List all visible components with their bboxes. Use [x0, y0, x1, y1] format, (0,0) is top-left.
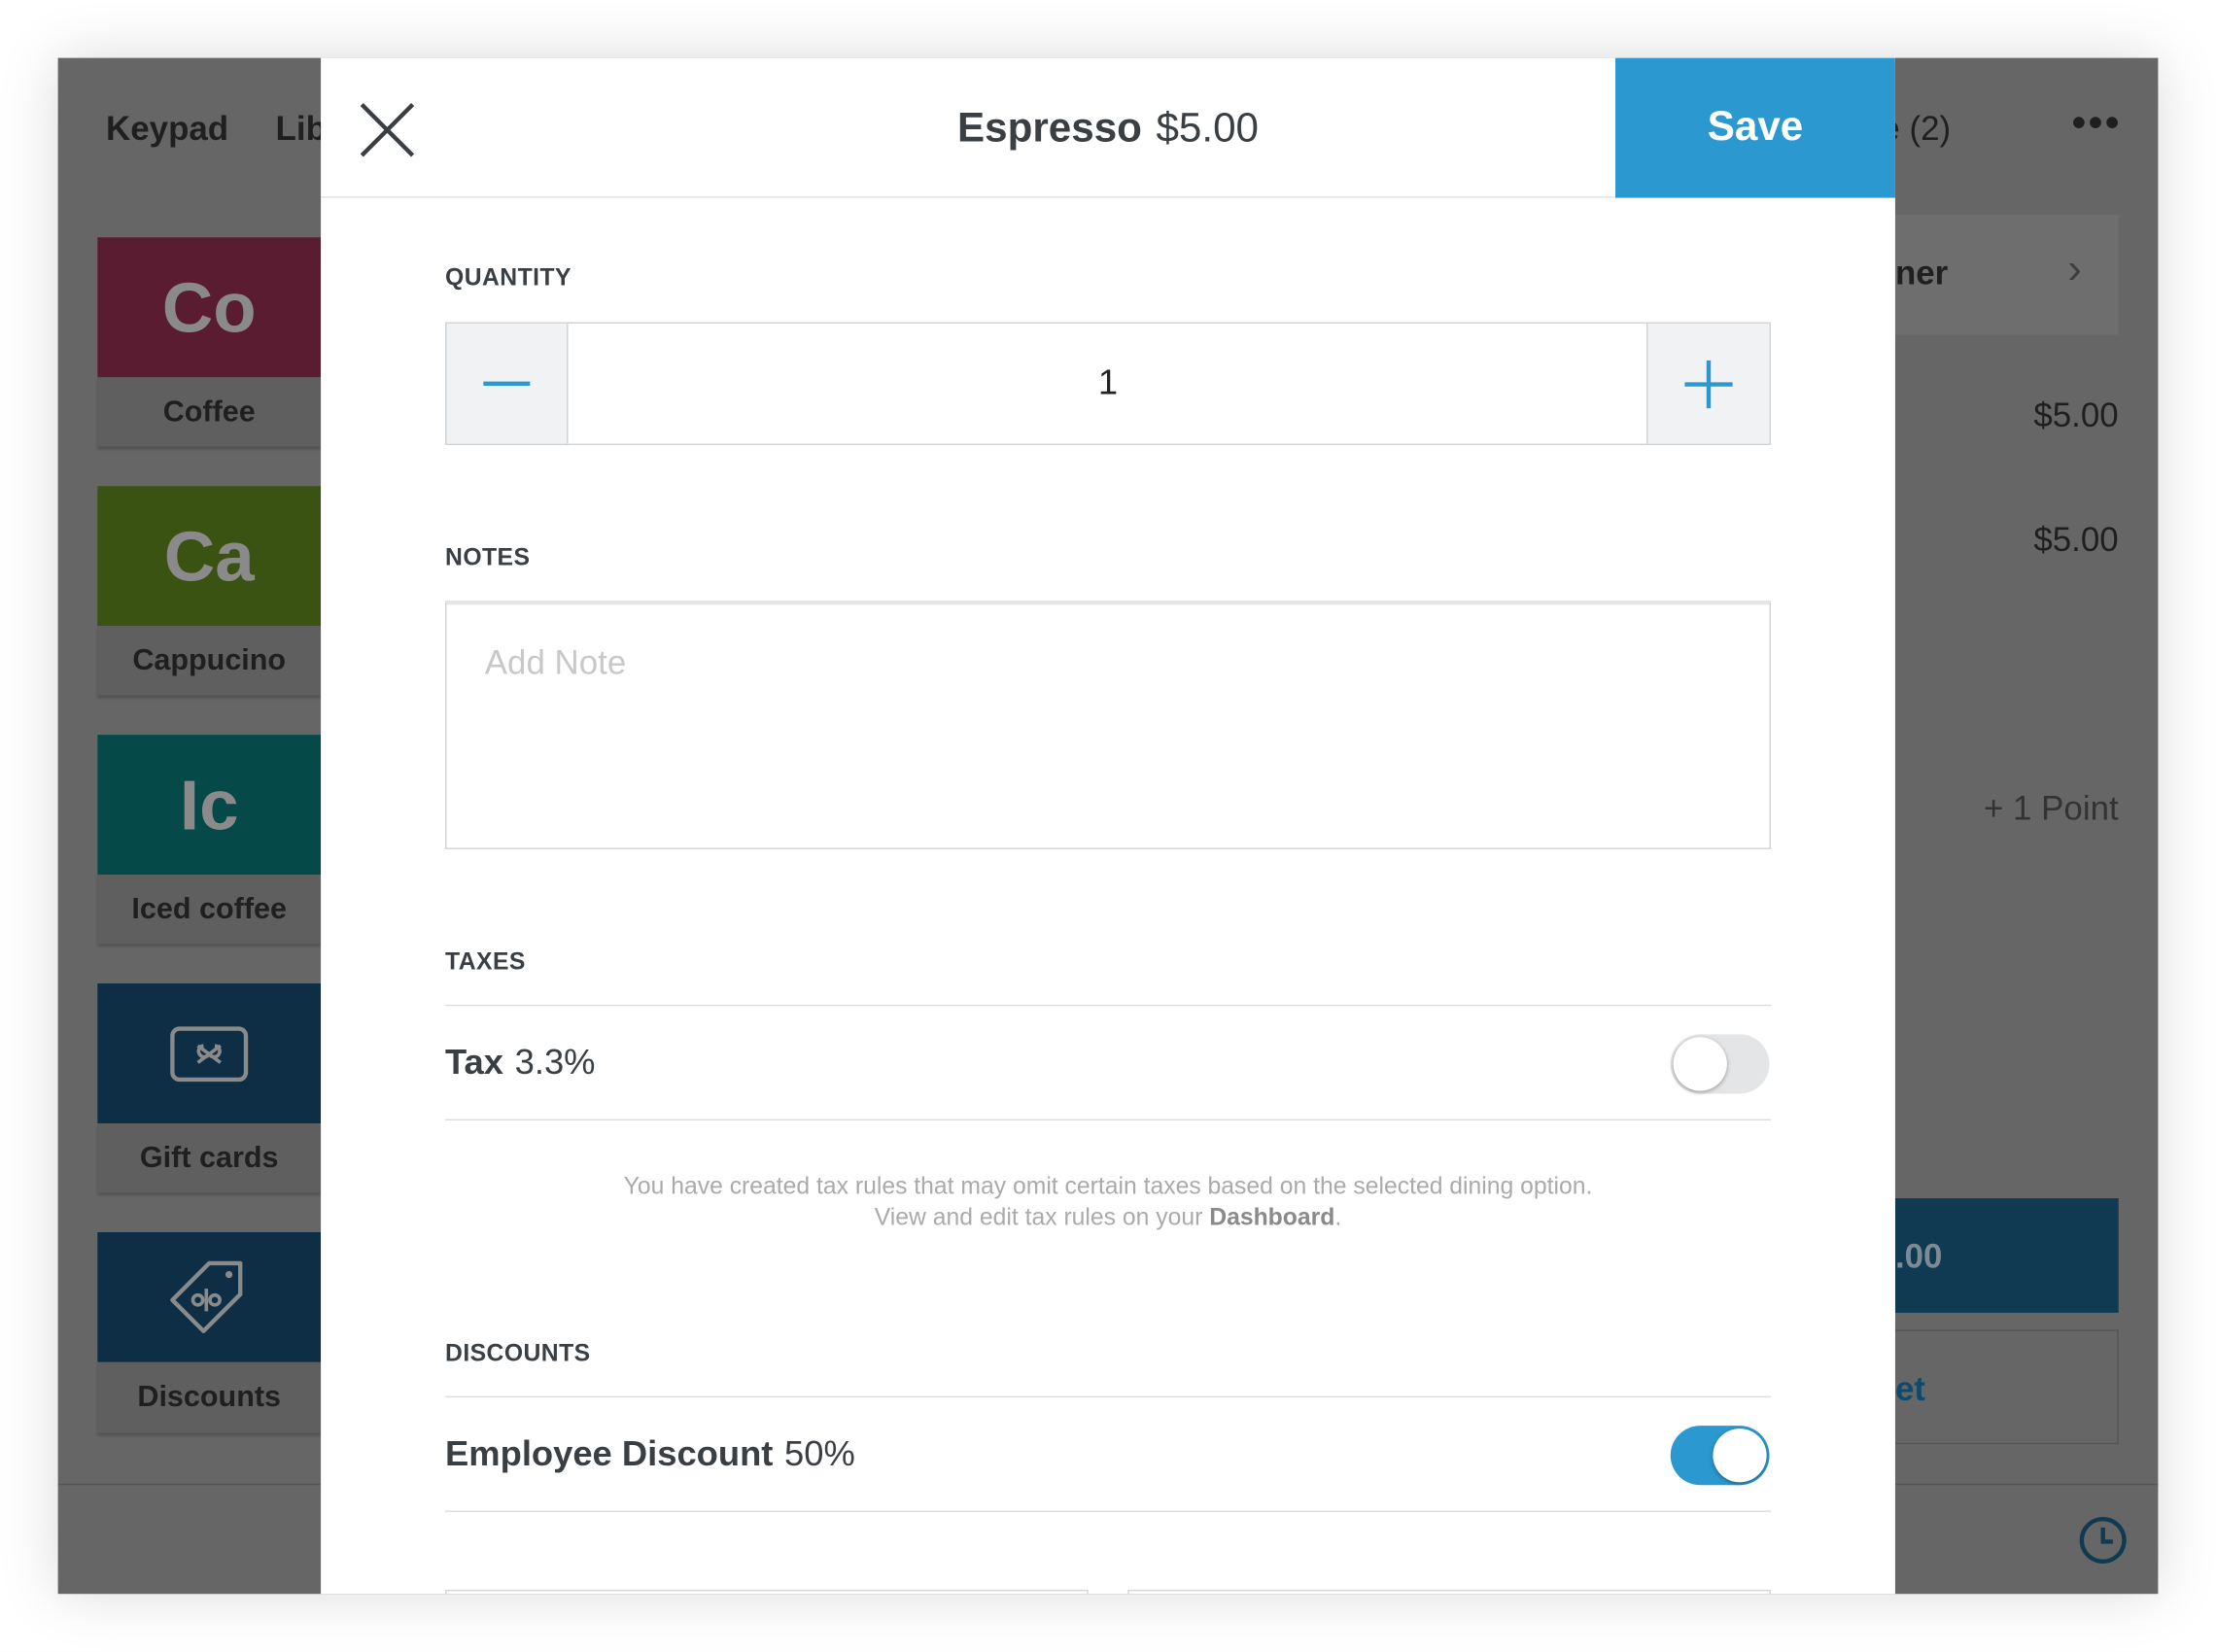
tax-toggle[interactable] — [1670, 1034, 1770, 1094]
points-text: + 1 Point — [1983, 789, 2119, 829]
tax-rules-note: You have created tax rules that may omit… — [623, 1172, 1593, 1231]
discount-rate: 50% — [784, 1433, 855, 1474]
discount-tag-icon — [170, 1260, 243, 1333]
tile-label: Discounts — [97, 1361, 322, 1433]
quantity-input[interactable]: 1 — [569, 324, 1648, 444]
tile-cappucino[interactable]: Ca Cappucino — [97, 486, 322, 696]
increment-button[interactable] — [1646, 323, 1770, 444]
screen: Keypad Lib e (2) ••• Co Coffee Ca Cappuc… — [0, 0, 2216, 1652]
charge-button[interactable]: .00 — [1894, 1198, 2119, 1313]
tile-label: Iced coffee — [97, 875, 322, 945]
partial-field-left — [445, 1589, 1089, 1595]
minus-icon — [483, 381, 531, 386]
chevron-right-icon: › — [2067, 246, 2082, 293]
notes-textarea[interactable]: Add Note — [445, 600, 1771, 849]
toggle-knob — [1713, 1428, 1767, 1483]
clock-icon[interactable] — [2079, 1516, 2127, 1564]
divider — [445, 1510, 1771, 1512]
tile-coffee[interactable]: Co Coffee — [97, 237, 322, 447]
discount-name: Employee Discount — [445, 1433, 774, 1474]
quantity-label: QUANTITY — [445, 263, 571, 292]
discount-row: Employee Discount 50% — [445, 1434, 855, 1475]
tile-label: Cappucino — [97, 626, 322, 696]
item-name: Espresso — [957, 106, 1142, 152]
save-button[interactable]: Save — [1615, 57, 1895, 198]
discounts-label: DISCOUNTS — [445, 1339, 591, 1367]
tax-rate: 3.3% — [514, 1043, 596, 1083]
dashboard-link[interactable]: Dashboard — [1209, 1204, 1334, 1231]
decrement-button[interactable] — [446, 323, 569, 444]
gift-card-icon — [170, 1025, 249, 1082]
edit-item-modal: Espresso $5.00 Save QUANTITY 1 NOTES Add … — [321, 57, 1895, 1595]
partial-field-right — [1127, 1589, 1771, 1595]
toggle-knob — [1673, 1037, 1727, 1091]
taxes-label: TAXES — [445, 947, 526, 976]
tax-row: Tax 3.3% — [445, 1043, 595, 1084]
notes-placeholder: Add Note — [484, 644, 627, 683]
discount-toggle[interactable] — [1670, 1426, 1770, 1486]
line-price: $5.00 — [2033, 396, 2119, 435]
tile-label: Gift cards — [97, 1123, 322, 1193]
ticket-button[interactable]: et — [1894, 1329, 2119, 1445]
item-price: $5.00 — [1156, 106, 1259, 152]
divider — [445, 1004, 1771, 1007]
tab-keypad[interactable]: Keypad — [106, 110, 228, 150]
tile-label: Coffee — [97, 377, 322, 447]
tile-iced-coffee[interactable]: Ic Iced coffee — [97, 735, 322, 945]
add-customer-row[interactable]: ner › — [1894, 215, 2119, 335]
divider — [445, 1395, 1771, 1398]
tab-library[interactable]: Lib — [276, 110, 327, 150]
line-price: $5.00 — [2033, 521, 2119, 560]
tile-abbr: Ic — [97, 735, 322, 876]
plus-icon — [1684, 360, 1733, 409]
modal-header: Espresso $5.00 Save — [321, 57, 1895, 198]
tax-name: Tax — [445, 1043, 504, 1083]
tile-abbr: Ca — [97, 486, 322, 627]
quantity-stepper: 1 — [445, 322, 1771, 446]
tile-discounts[interactable]: Discounts — [97, 1231, 322, 1433]
divider — [445, 1119, 1771, 1121]
ellipsis-icon[interactable]: ••• — [2072, 100, 2123, 146]
tile-gift-cards[interactable]: Gift cards — [97, 983, 322, 1193]
tile-abbr: Co — [97, 237, 322, 378]
notes-label: NOTES — [445, 543, 531, 571]
